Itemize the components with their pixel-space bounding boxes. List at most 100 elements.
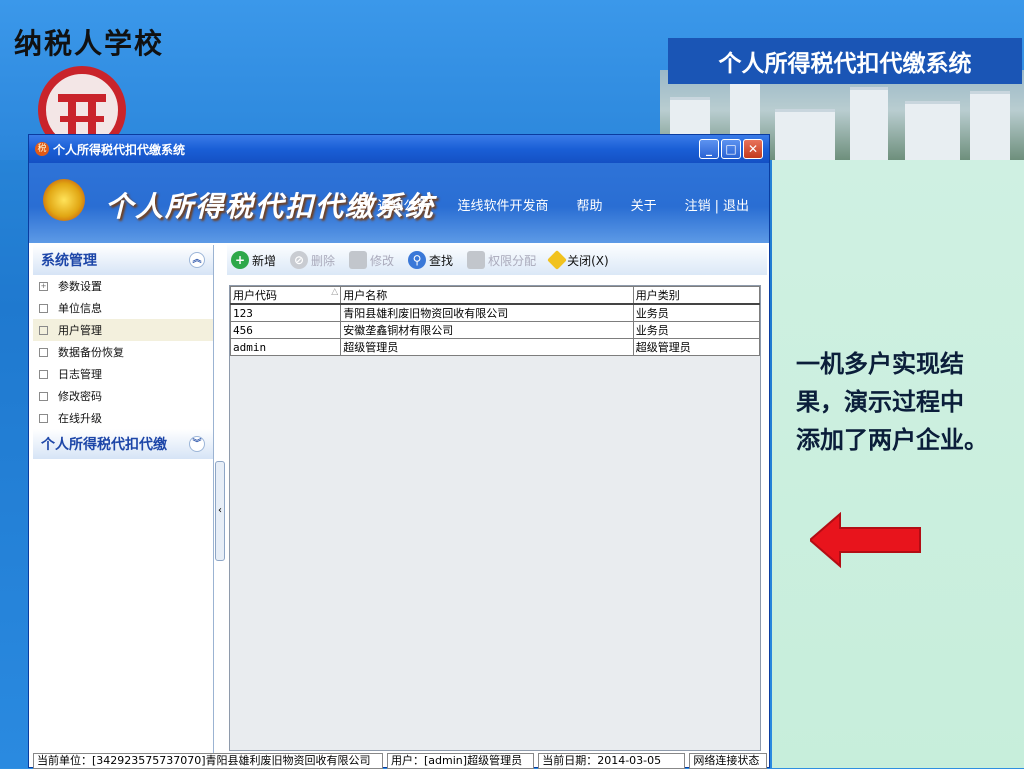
user-grid[interactable]: 用户代码 △ 用户名称 用户类别 123 青阳县雄利废旧物资回收有限公司 业务员 … bbox=[229, 285, 761, 751]
logout-exit: 注销 | 退出 bbox=[685, 195, 749, 214]
right-info-panel bbox=[772, 160, 1024, 768]
plus-icon: + bbox=[231, 251, 249, 269]
top-menu: 通知公告 连线软件开发商 帮助 关于 注销 | 退出 bbox=[378, 195, 749, 214]
status-unit: 当前单位：[342923575737070]青阳县雄利废旧物资回收有限公司 bbox=[33, 753, 384, 769]
column-label: 用户类别 bbox=[635, 289, 680, 302]
column-label: 用户名称 bbox=[343, 289, 388, 302]
chevron-down-icon[interactable]: ︾ bbox=[189, 436, 205, 452]
status-network: 网络连接状态 bbox=[689, 753, 767, 769]
nav-section-system[interactable]: 系统管理 ︽ bbox=[33, 245, 213, 275]
permission-icon bbox=[467, 251, 486, 269]
nav-item-user-management[interactable]: 用户管理 bbox=[33, 319, 213, 341]
button-label: 权限分配 bbox=[488, 253, 537, 268]
cell-user-type: 超级管理员 bbox=[632, 338, 761, 356]
table-row[interactable]: 123 青阳县雄利废旧物资回收有限公司 业务员 bbox=[229, 303, 761, 322]
app-window: 税 个人所得税代扣代缴系统 _ □ ✕ 个人所得税代扣代缴系统 通知公告 连线软… bbox=[28, 134, 770, 769]
nav-item-label: 单位信息 bbox=[58, 302, 102, 315]
nav-item-online-upgrade[interactable]: 在线升级 bbox=[33, 407, 213, 429]
leaf-icon bbox=[39, 369, 48, 379]
column-label: 用户代码 bbox=[233, 289, 277, 302]
toolbar: + 新增 ⊘ 删除 修改 ⚲ 查找 权限分配 关闭(X) bbox=[227, 245, 767, 275]
cell-user-code: 456 bbox=[229, 321, 342, 339]
cell-user-type: 业务员 bbox=[632, 303, 761, 322]
left-arrow-icon bbox=[810, 512, 921, 568]
exit-icon bbox=[547, 250, 567, 270]
button-label: 修改 bbox=[370, 253, 395, 268]
menu-separator: | bbox=[714, 199, 719, 214]
nav-item-label: 数据备份恢复 bbox=[58, 346, 124, 359]
leaf-icon bbox=[39, 347, 48, 357]
menu-about[interactable]: 关于 bbox=[631, 195, 657, 214]
menu-exit[interactable]: 退出 bbox=[723, 199, 749, 214]
cell-user-code: 123 bbox=[229, 303, 342, 322]
leaf-icon bbox=[39, 303, 48, 313]
sort-asc-icon: △ bbox=[331, 287, 339, 297]
add-button[interactable]: + 新增 bbox=[231, 251, 276, 269]
note-line: 添加了两户企业。 bbox=[796, 426, 988, 454]
brand-text: 纳税人学校 bbox=[14, 27, 165, 60]
status-bar: 当前单位：[342923575737070]青阳县雄利废旧物资回收有限公司 用户… bbox=[33, 753, 767, 769]
button-label: 关闭(X) bbox=[567, 253, 609, 268]
slide-note: 一机多户实现结 果，演示过程中 添加了两户企业。 bbox=[796, 345, 1018, 459]
nav-section-label: 个人所得税代扣代缴 bbox=[41, 437, 167, 453]
permission-button[interactable]: 权限分配 bbox=[467, 251, 536, 269]
menu-help[interactable]: 帮助 bbox=[577, 195, 603, 214]
close-button[interactable]: ✕ bbox=[743, 139, 763, 159]
status-user: 用户：[admin]超级管理员 bbox=[387, 753, 535, 769]
note-line: 一机多户实现结 bbox=[796, 350, 964, 378]
menu-notice[interactable]: 通知公告 bbox=[378, 195, 430, 214]
column-header[interactable]: 用户类别 bbox=[632, 286, 761, 305]
cell-user-code: admin bbox=[229, 338, 342, 356]
find-button[interactable]: ⚲ 查找 bbox=[408, 251, 453, 269]
column-header[interactable]: 用户名称 bbox=[340, 286, 634, 305]
nav-section-tax[interactable]: 个人所得税代扣代缴 ︾ bbox=[33, 429, 213, 459]
menu-contact-developer[interactable]: 连线软件开发商 bbox=[458, 195, 549, 214]
nav-item-backup[interactable]: 数据备份恢复 bbox=[33, 341, 213, 363]
menu-logout[interactable]: 注销 bbox=[685, 199, 711, 214]
window-title: 个人所得税代扣代缴系统 bbox=[53, 142, 186, 157]
window-titlebar[interactable]: 税 个人所得税代扣代缴系统 _ □ ✕ bbox=[29, 135, 769, 163]
maximize-button[interactable]: □ bbox=[721, 139, 741, 159]
cell-user-name: 超级管理员 bbox=[340, 338, 634, 356]
edit-icon bbox=[349, 251, 368, 269]
nav-item-label: 参数设置 bbox=[58, 280, 102, 293]
leaf-icon bbox=[39, 325, 48, 335]
nav-item-unit-info[interactable]: 单位信息 bbox=[33, 297, 213, 319]
note-line: 果，演示过程中 bbox=[796, 388, 964, 416]
app-banner: 个人所得税代扣代缴系统 通知公告 连线软件开发商 帮助 关于 注销 | 退出 bbox=[29, 163, 769, 243]
status-date: 当前日期：2014-03-05 bbox=[538, 753, 686, 769]
user-table: 用户代码 △ 用户名称 用户类别 123 青阳县雄利废旧物资回收有限公司 业务员 … bbox=[229, 286, 761, 356]
table-row[interactable]: 456 安徽垄鑫铜材有限公司 业务员 bbox=[229, 321, 761, 339]
nav-item-label: 日志管理 bbox=[58, 368, 102, 381]
button-label: 删除 bbox=[311, 253, 336, 268]
button-label: 新增 bbox=[252, 253, 277, 268]
close-tab-button[interactable]: 关闭(X) bbox=[547, 250, 609, 270]
table-header: 用户代码 △ 用户名称 用户类别 bbox=[229, 286, 761, 305]
national-emblem-icon bbox=[43, 179, 85, 221]
main-content: + 新增 ⊘ 删除 修改 ⚲ 查找 权限分配 关闭(X) 用户代码 △ 用户名称 用户类… bbox=[227, 245, 767, 753]
leaf-icon bbox=[39, 391, 48, 401]
cell-user-name: 青阳县雄利废旧物资回收有限公司 bbox=[340, 303, 634, 322]
nav-item-change-password[interactable]: 修改密码 bbox=[33, 385, 213, 407]
cell-user-type: 业务员 bbox=[632, 321, 761, 339]
table-row[interactable]: admin 超级管理员 超级管理员 bbox=[229, 338, 761, 356]
nav-section-label: 系统管理 bbox=[41, 253, 97, 269]
chevron-up-icon[interactable]: ︽ bbox=[189, 252, 205, 268]
nav-item-params[interactable]: + 参数设置 bbox=[33, 275, 213, 297]
slide-title: 个人所得税代扣代缴系统 bbox=[668, 38, 1022, 84]
leaf-icon bbox=[39, 413, 48, 423]
expand-icon[interactable]: + bbox=[39, 281, 48, 291]
left-navigation: 系统管理 ︽ + 参数设置 单位信息 用户管理 数据备份恢复 日志管理 修改密码 … bbox=[33, 245, 214, 753]
edit-button[interactable]: 修改 bbox=[349, 251, 394, 269]
search-icon: ⚲ bbox=[408, 251, 427, 269]
collapse-splitter[interactable]: ‹ bbox=[215, 461, 225, 561]
minimize-button[interactable]: _ bbox=[699, 139, 719, 159]
delete-button[interactable]: ⊘ 删除 bbox=[290, 251, 335, 269]
button-label: 查找 bbox=[429, 253, 454, 268]
window-controls: _ □ ✕ bbox=[697, 139, 763, 159]
nav-item-label: 修改密码 bbox=[58, 390, 102, 403]
nav-item-logs[interactable]: 日志管理 bbox=[33, 363, 213, 385]
nav-item-label: 用户管理 bbox=[58, 324, 102, 337]
column-header[interactable]: 用户代码 △ bbox=[229, 286, 342, 305]
nav-item-label: 在线升级 bbox=[58, 412, 102, 425]
